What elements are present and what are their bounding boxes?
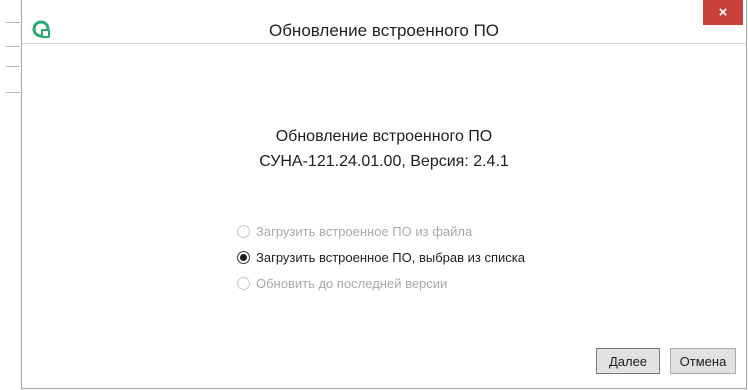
option-label: Обновить до последней версии [256, 275, 448, 291]
title-bar[interactable]: Обновление встроенного ПО × [22, 0, 746, 44]
dialog-title: Обновление встроенного ПО [268, 21, 500, 40]
close-button[interactable]: × [703, 0, 743, 25]
cancel-button[interactable]: Отмена [670, 348, 736, 374]
option-label: Загрузить встроенное ПО, выбрав из списк… [256, 249, 525, 265]
background-line [6, 92, 20, 93]
background-window-fragment [0, 0, 22, 100]
background-line [6, 46, 20, 47]
option-select-from-list[interactable]: Загрузить встроенное ПО, выбрав из списк… [237, 246, 525, 268]
radio-button[interactable] [237, 276, 250, 290]
background-line [6, 66, 20, 67]
option-label: Загрузить встроенное ПО из файла [256, 223, 473, 239]
firmware-update-dialog: Обновление встроенного ПО × Обновление в… [21, 0, 747, 389]
option-load-from-file[interactable]: Загрузить встроенное ПО из файла [237, 220, 525, 242]
device-version-label: СУНА-121.24.01.00, Версия: 2.4.1 [259, 153, 509, 170]
update-source-options: Загрузить встроенное ПО из файла Загрузи… [237, 220, 525, 298]
radio-button-selected[interactable] [237, 250, 250, 264]
background-line [6, 22, 20, 23]
content-heading: Обновление встроенного ПО [275, 128, 493, 145]
option-update-latest[interactable]: Обновить до последней версии [237, 272, 525, 294]
next-button[interactable]: Далее [596, 348, 660, 374]
radio-button[interactable] [237, 224, 250, 238]
screen: Обновление встроенного ПО × Обновление в… [0, 0, 748, 390]
close-icon: × [718, 4, 728, 21]
